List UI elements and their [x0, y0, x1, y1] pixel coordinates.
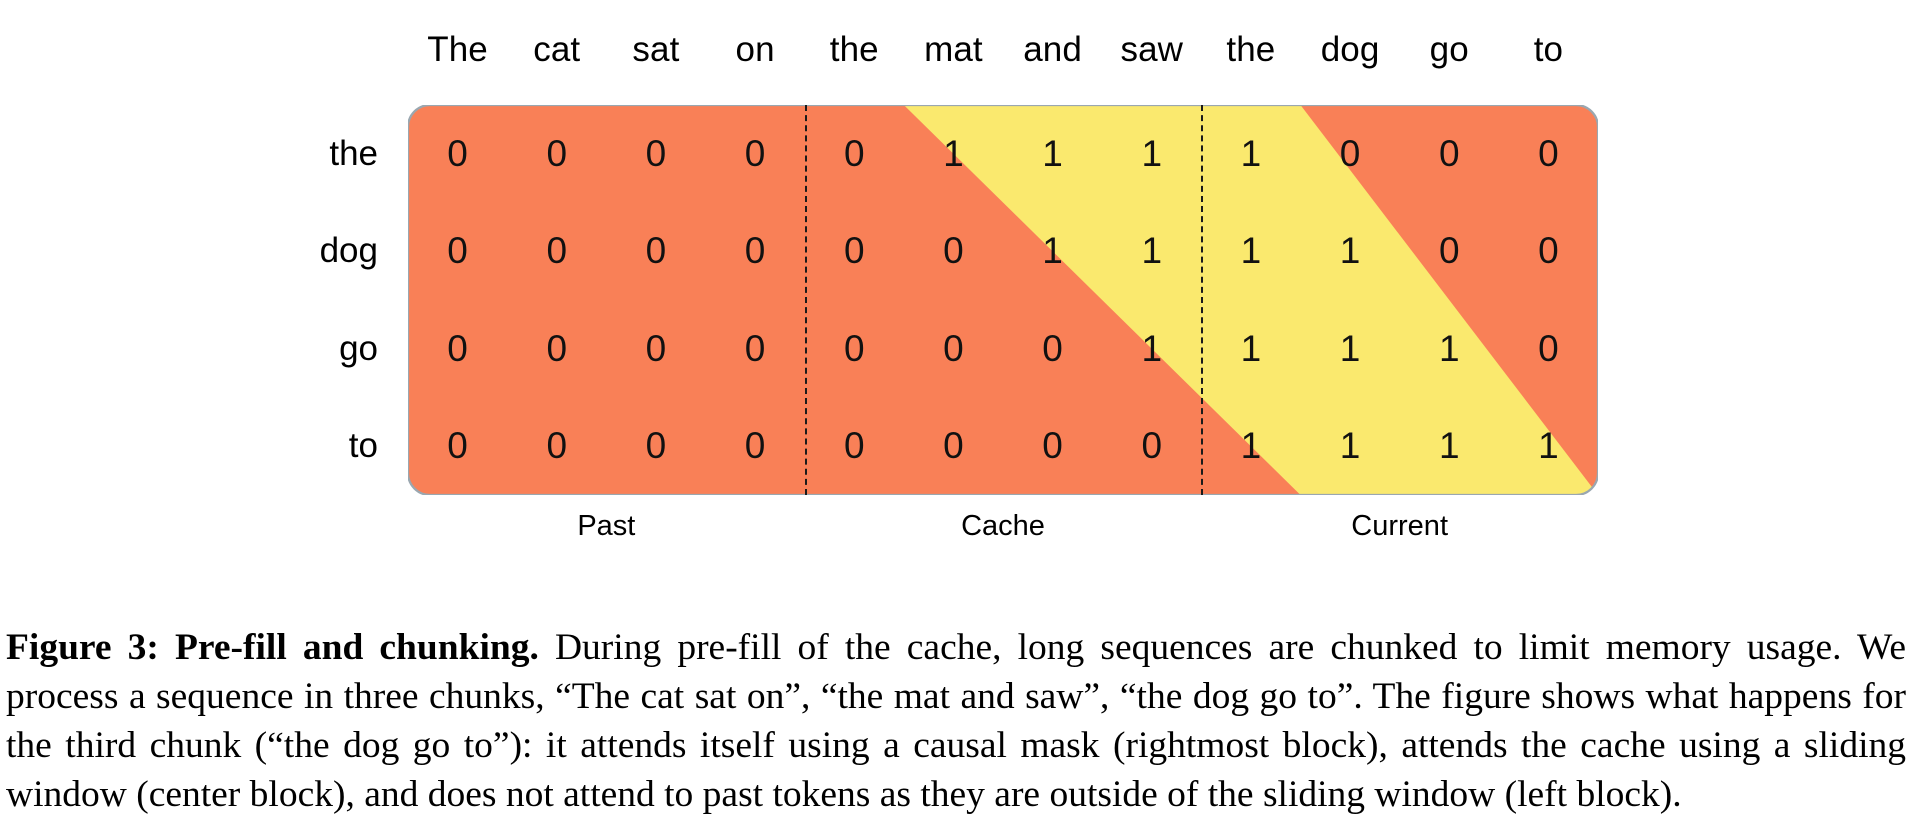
- mask-cell-r3-c10: 1: [1438, 425, 1460, 467]
- row-label-column: the dog go to: [260, 105, 392, 495]
- segment-label-row: Past Cache Current: [408, 510, 1598, 560]
- figure-page: The cat sat on the mat and saw the dog go to the dog…: [0, 0, 1914, 840]
- mask-cell-r0-c2: 0: [645, 132, 667, 174]
- mask-cell-r2-c5: 0: [943, 327, 964, 369]
- mask-cell-r0-c7: 1: [1141, 132, 1163, 174]
- column-header-5: mat: [924, 30, 983, 69]
- mask-cell-r0-c9: 0: [1339, 132, 1361, 174]
- mask-cell-r2-c6: 0: [1042, 327, 1063, 369]
- mask-cell-r2-c1: 0: [546, 327, 568, 369]
- mask-cell-r3-c5: 0: [943, 425, 964, 467]
- row-header-0: the: [329, 133, 378, 173]
- mask-cell-r2-c0: 0: [447, 327, 468, 369]
- column-header-6: and: [1023, 30, 1082, 69]
- column-header-10: go: [1429, 30, 1469, 69]
- row-header-1: dog: [319, 231, 378, 271]
- mask-cell-r1-c11: 0: [1538, 230, 1559, 272]
- mask-cell-r1-c6: 1: [1042, 230, 1063, 272]
- column-header-11: to: [1533, 30, 1564, 69]
- segment-label-cache: Cache: [961, 510, 1045, 542]
- column-header-1: cat: [533, 30, 581, 69]
- mask-cell-r2-c10: 1: [1438, 327, 1460, 369]
- mask-cell-r1-c2: 0: [645, 230, 667, 272]
- column-header-9: dog: [1320, 30, 1380, 69]
- mask-cell-r3-c3: 0: [744, 425, 766, 467]
- mask-cell-r1-c3: 0: [744, 230, 766, 272]
- column-header-0: The: [427, 30, 488, 69]
- mask-cell-r1-c8: 1: [1240, 230, 1262, 272]
- mask-cell-r2-c11: 0: [1538, 327, 1559, 369]
- column-header-row: The cat sat on the mat and saw the dog go to: [408, 14, 1598, 86]
- chunk-separator-1: [1201, 105, 1204, 495]
- mask-cell-r0-c10: 0: [1438, 132, 1460, 174]
- mask-cell-r1-c4: 0: [843, 230, 865, 272]
- mask-cell-r0-c3: 0: [744, 132, 766, 174]
- mask-cell-r3-c11: 1: [1538, 425, 1559, 467]
- mask-cell-grid: 0 0 0 0 0 1 1 1 1 0 0 0 0 0 0 0 0 0 1 1 1 1 0 0 0 0 0 0 0 0 0 1 1 1 1 0 0 0 0 0…: [408, 105, 1598, 495]
- attention-mask-matrix: 0 0 0 0 0 1 1 1 1 0 0 0 0 0 0 0 0 0 1 1 1 1 0 0 0 0 0 0 0 0 0 1 1 1 1 0 0 0 0 0…: [408, 105, 1598, 495]
- mask-cell-r3-c7: 0: [1141, 425, 1163, 467]
- column-header-8: the: [1226, 30, 1276, 69]
- caption-bold-prefix: Figure 3: Pre-fill and chunking.: [6, 626, 539, 668]
- mask-cell-r1-c0: 0: [447, 230, 468, 272]
- mask-cell-r2-c9: 1: [1339, 327, 1361, 369]
- mask-cell-r2-c7: 1: [1141, 327, 1163, 369]
- mask-cell-r2-c4: 0: [843, 327, 865, 369]
- mask-cell-r3-c6: 0: [1042, 425, 1063, 467]
- column-header-2: sat: [632, 30, 680, 69]
- mask-cell-r1-c7: 1: [1141, 230, 1163, 272]
- mask-cell-r0-c5: 1: [943, 132, 964, 174]
- mask-cell-r3-c9: 1: [1339, 425, 1361, 467]
- mask-cell-r1-c10: 0: [1438, 230, 1460, 272]
- mask-cell-r0-c11: 0: [1538, 132, 1559, 174]
- mask-cell-r0-c4: 0: [843, 132, 865, 174]
- column-header-7: saw: [1120, 30, 1184, 69]
- mask-cell-r3-c1: 0: [546, 425, 568, 467]
- column-header-4: the: [829, 30, 879, 69]
- mask-cell-r3-c4: 0: [843, 425, 865, 467]
- mask-cell-r1-c5: 0: [943, 230, 964, 272]
- chunk-separator-0: [804, 105, 807, 495]
- mask-cell-r3-c2: 0: [645, 425, 667, 467]
- mask-cell-r1-c1: 0: [546, 230, 568, 272]
- attention-mask-figure: The cat sat on the mat and saw the dog go to the dog…: [0, 0, 1914, 580]
- column-header-3: on: [735, 30, 775, 69]
- figure-caption: Figure 3: Pre-fill and chunking. During …: [6, 623, 1906, 819]
- mask-cell-r2-c3: 0: [744, 327, 766, 369]
- row-header-3: to: [348, 426, 378, 466]
- mask-cell-r0-c8: 1: [1240, 132, 1262, 174]
- segment-label-past: Past: [577, 510, 636, 542]
- mask-cell-r0-c6: 1: [1042, 132, 1063, 174]
- row-header-2: go: [339, 328, 378, 368]
- mask-cell-r1-c9: 1: [1339, 230, 1361, 272]
- mask-cell-r0-c1: 0: [546, 132, 568, 174]
- mask-cell-r3-c0: 0: [447, 425, 468, 467]
- segment-label-current: Current: [1351, 510, 1448, 542]
- mask-cell-r2-c8: 1: [1240, 327, 1262, 369]
- mask-cell-r0-c0: 0: [447, 132, 468, 174]
- mask-cell-r3-c8: 1: [1240, 425, 1262, 467]
- mask-cell-r2-c2: 0: [645, 327, 667, 369]
